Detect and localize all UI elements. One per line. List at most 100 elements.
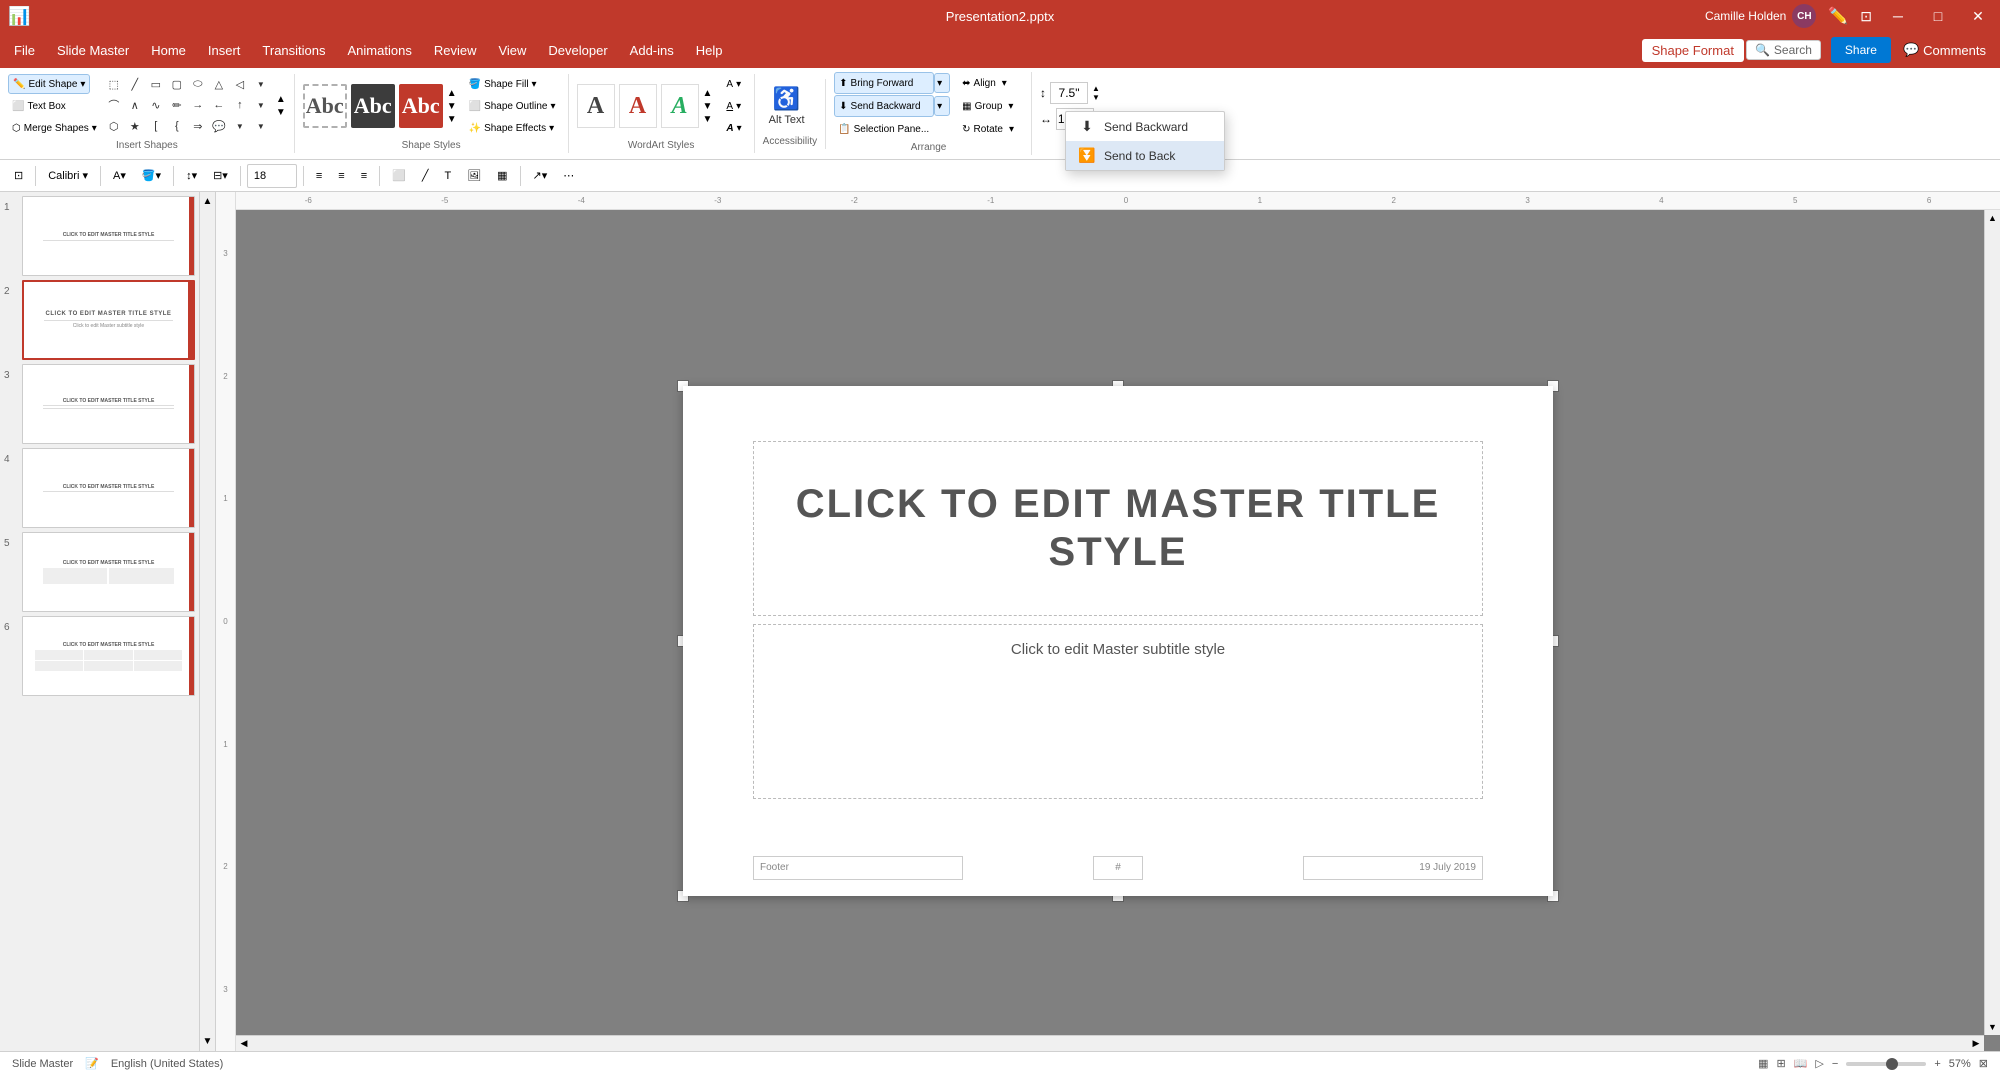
- pen-icon[interactable]: ✏️: [1828, 6, 1848, 26]
- send-backward-button[interactable]: ⬇ Send Backward: [834, 95, 934, 117]
- width-up[interactable]: ▲: [1092, 85, 1100, 93]
- tb2-font-color[interactable]: A▾: [107, 164, 132, 188]
- scroll-h-right[interactable]: ▶: [1968, 1036, 1984, 1051]
- status-zoom-thumb[interactable]: [1886, 1058, 1898, 1070]
- shape-callout[interactable]: 💬: [210, 117, 228, 135]
- width-input[interactable]: 7.5": [1050, 82, 1088, 104]
- group-button[interactable]: ▦ Group: [958, 95, 1006, 117]
- shape-line[interactable]: ╱: [126, 75, 144, 93]
- menu-animations[interactable]: Animations: [338, 39, 422, 62]
- restore-icon[interactable]: ⊡: [1860, 8, 1872, 25]
- title-text-box[interactable]: CLICK TO EDIT MASTER TITLE STYLE: [753, 441, 1483, 616]
- scroll-h-track[interactable]: [252, 1036, 1968, 1051]
- text-fill-button[interactable]: A ▾: [722, 74, 745, 94]
- rotate-dropdown[interactable]: ▾: [1007, 119, 1023, 139]
- shape-select[interactable]: ⬚: [105, 75, 123, 93]
- footer-text-box[interactable]: Footer: [753, 856, 963, 880]
- menu-file[interactable]: File: [4, 39, 45, 62]
- style-scroll-dn[interactable]: ▼: [447, 101, 457, 112]
- group-dropdown[interactable]: ▾: [1006, 96, 1022, 116]
- shape-scribble[interactable]: ✏: [168, 96, 186, 114]
- shape-style-3[interactable]: Abc: [399, 84, 443, 128]
- slide-preview-5[interactable]: CLICK TO EDIT MASTER TITLE STYLE: [22, 532, 195, 612]
- text-box-button[interactable]: ⬜ Text Box: [8, 96, 70, 116]
- shape-scroll-up[interactable]: ▲: [276, 94, 286, 105]
- shape-effects-button[interactable]: ✨ Shape Effects ▾: [465, 118, 560, 138]
- avatar[interactable]: CH: [1792, 4, 1816, 28]
- tb2-line-tool[interactable]: ╱: [416, 164, 435, 188]
- shape-rect[interactable]: ▭: [147, 75, 165, 93]
- subtitle-text-box[interactable]: Click to edit Master subtitle style: [753, 624, 1483, 799]
- align-button[interactable]: ⬌ Align: [958, 72, 1000, 94]
- menu-home[interactable]: Home: [141, 39, 196, 62]
- shape-freeform[interactable]: ∧: [126, 96, 144, 114]
- scroll-v-dn[interactable]: ▼: [1985, 1019, 2000, 1035]
- tb2-arrange[interactable]: ↗▾: [527, 164, 554, 188]
- slide-preview-4[interactable]: CLICK TO EDIT MASTER TITLE STYLE: [22, 448, 195, 528]
- slide-thumb-6[interactable]: 6 CLICK TO EDIT MASTER TITLE STYLE: [4, 616, 195, 696]
- dropdown-send-backward-item[interactable]: ⬇ Send Backward: [1066, 112, 1224, 141]
- menu-view[interactable]: View: [488, 39, 536, 62]
- shape-scroll-down[interactable]: ▼: [276, 107, 286, 118]
- slide-preview-3[interactable]: CLICK TO EDIT MASTER TITLE STYLE: [22, 364, 195, 444]
- menu-help[interactable]: Help: [686, 39, 733, 62]
- minimize-button[interactable]: ─: [1884, 5, 1912, 27]
- menu-review[interactable]: Review: [424, 39, 487, 62]
- bring-forward-button[interactable]: ⬆ Bring Forward: [834, 72, 934, 94]
- shape-arrow-l[interactable]: ←: [210, 96, 228, 114]
- style-scroll-more[interactable]: ▼: [447, 114, 457, 125]
- status-zoom-out[interactable]: −: [1832, 1058, 1838, 1070]
- shape-round-rect[interactable]: ▢: [168, 75, 186, 93]
- wordart-scroll-more[interactable]: ▼: [703, 114, 713, 125]
- style-scroll-up[interactable]: ▲: [447, 88, 457, 99]
- selection-pane-button[interactable]: 📋 Selection Pane...: [834, 118, 950, 140]
- slide-preview-2[interactable]: CLICK TO EDIT MASTER TITLE STYLE Click t…: [22, 280, 195, 360]
- shape-more2[interactable]: ▼: [252, 96, 270, 114]
- tb2-border-toggle[interactable]: ⬜: [386, 164, 412, 188]
- shape-block-arrow[interactable]: ⇒: [189, 117, 207, 135]
- shape-more[interactable]: ▼: [252, 75, 270, 93]
- comments-button[interactable]: 💬 Comments: [1893, 38, 1996, 62]
- shape-fill-button[interactable]: 🪣 Shape Fill ▾: [465, 74, 560, 94]
- scroll-v-up[interactable]: ▲: [1985, 210, 2000, 226]
- tb2-align-right[interactable]: ≡: [355, 164, 373, 188]
- shape-more3[interactable]: ▼: [231, 117, 249, 135]
- wordart-style-1[interactable]: A: [577, 84, 615, 128]
- footer-date-box[interactable]: 19 July 2019: [1303, 856, 1483, 880]
- shape-bracket[interactable]: [: [147, 117, 165, 135]
- slide-thumb-1[interactable]: 1 CLICK TO EDIT MASTER TITLE STYLE: [4, 196, 195, 276]
- menu-shape-format[interactable]: Shape Format: [1642, 39, 1744, 62]
- tb2-group2[interactable]: ▦: [491, 164, 513, 188]
- canvas-area[interactable]: CLICK TO EDIT MASTER TITLE STYLE Click t…: [236, 210, 2000, 1051]
- close-button[interactable]: ✕: [1964, 5, 1992, 27]
- footer-page-box[interactable]: #: [1093, 856, 1143, 880]
- tb2-more[interactable]: ⊟▾: [207, 164, 234, 188]
- wordart-scroll-up[interactable]: ▲: [703, 88, 713, 99]
- align-dropdown[interactable]: ▾: [1000, 73, 1016, 93]
- shape-arc[interactable]: ⌒: [105, 96, 123, 114]
- wordart-style-2[interactable]: A: [619, 84, 657, 128]
- tb2-align-left[interactable]: ≡: [310, 164, 328, 188]
- width-dn[interactable]: ▼: [1092, 94, 1100, 102]
- bring-forward-dropdown[interactable]: ▾: [934, 73, 950, 93]
- shape-arrow-u[interactable]: ↑: [231, 96, 249, 114]
- shape-oval[interactable]: ⬭: [189, 75, 207, 93]
- text-outline-button[interactable]: A ▾: [722, 96, 745, 116]
- share-button[interactable]: Share: [1831, 37, 1891, 63]
- menu-addins[interactable]: Add-ins: [620, 39, 684, 62]
- wordart-style-3[interactable]: A: [661, 84, 699, 128]
- shape-brace[interactable]: {: [168, 117, 186, 135]
- shape-outline-button[interactable]: ⬜ Shape Outline ▾: [465, 96, 560, 116]
- alt-text-button[interactable]: ♿ Alt Text: [763, 79, 811, 133]
- slide-preview-1[interactable]: CLICK TO EDIT MASTER TITLE STYLE: [22, 196, 195, 276]
- shape-arrow-r[interactable]: →: [189, 96, 207, 114]
- scroll-h-left[interactable]: ◀: [236, 1036, 252, 1051]
- slide-preview-6[interactable]: CLICK TO EDIT MASTER TITLE STYLE: [22, 616, 195, 696]
- menu-transitions[interactable]: Transitions: [252, 39, 335, 62]
- shape-hexagon[interactable]: ⬡: [105, 117, 123, 135]
- scroll-v-track[interactable]: [1985, 226, 2000, 1019]
- slide-canvas[interactable]: CLICK TO EDIT MASTER TITLE STYLE Click t…: [683, 386, 1553, 896]
- search-box[interactable]: 🔍 Search: [1746, 40, 1821, 60]
- slide-thumb-4[interactable]: 4 CLICK TO EDIT MASTER TITLE STYLE: [4, 448, 195, 528]
- shape-curve[interactable]: ∿: [147, 96, 165, 114]
